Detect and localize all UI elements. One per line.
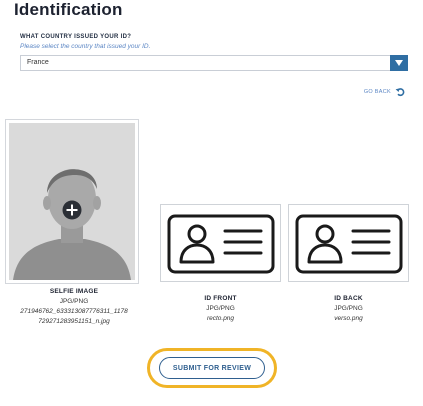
selfie-upload-card[interactable] [5, 119, 139, 284]
upload-filename: recto.png [206, 315, 235, 322]
upload-name: SELFIE IMAGE [49, 288, 99, 295]
country-hint: Please select the country that issued yo… [20, 43, 151, 50]
page-title: Identification [14, 0, 123, 19]
chevron-down-icon [395, 60, 403, 66]
go-back-icon [395, 88, 405, 97]
go-back-link[interactable]: GO BACK [364, 87, 405, 97]
upload-name: ID BACK [334, 295, 363, 302]
country-select[interactable]: France [20, 55, 408, 71]
country-question-label: WHAT COUNTRY ISSUED YOUR ID? [20, 34, 132, 40]
upload-format: JPG/PNG [206, 305, 235, 312]
upload-format: JPG/PNG [334, 305, 363, 312]
country-select-toggle[interactable] [390, 55, 408, 71]
id-back-caption: ID BACK JPG/PNG verso.png [288, 294, 409, 324]
selfie-caption: SELFIE IMAGE JPG/PNG 271946762_633313087… [4, 287, 144, 327]
id-card-icon [167, 214, 275, 274]
add-photo-icon[interactable] [62, 200, 82, 220]
id-front-caption: ID FRONT JPG/PNG recto.png [160, 294, 281, 324]
upload-name: ID FRONT [204, 295, 237, 302]
id-back-upload-card[interactable] [288, 204, 409, 282]
country-select-value: France [27, 59, 49, 66]
selfie-placeholder-image [9, 123, 135, 280]
id-front-upload-card[interactable] [160, 204, 281, 282]
upload-filename: verso.png [334, 315, 363, 322]
upload-filename-cont: 729271283951151_n.jpg [38, 318, 110, 325]
upload-filename: 271946762_633313087776311_1178 [20, 308, 128, 315]
id-card-icon [295, 214, 403, 274]
upload-format: JPG/PNG [59, 298, 89, 305]
submit-for-review-button[interactable]: SUBMIT FOR REVIEW [159, 357, 265, 379]
go-back-label: GO BACK [363, 89, 391, 95]
